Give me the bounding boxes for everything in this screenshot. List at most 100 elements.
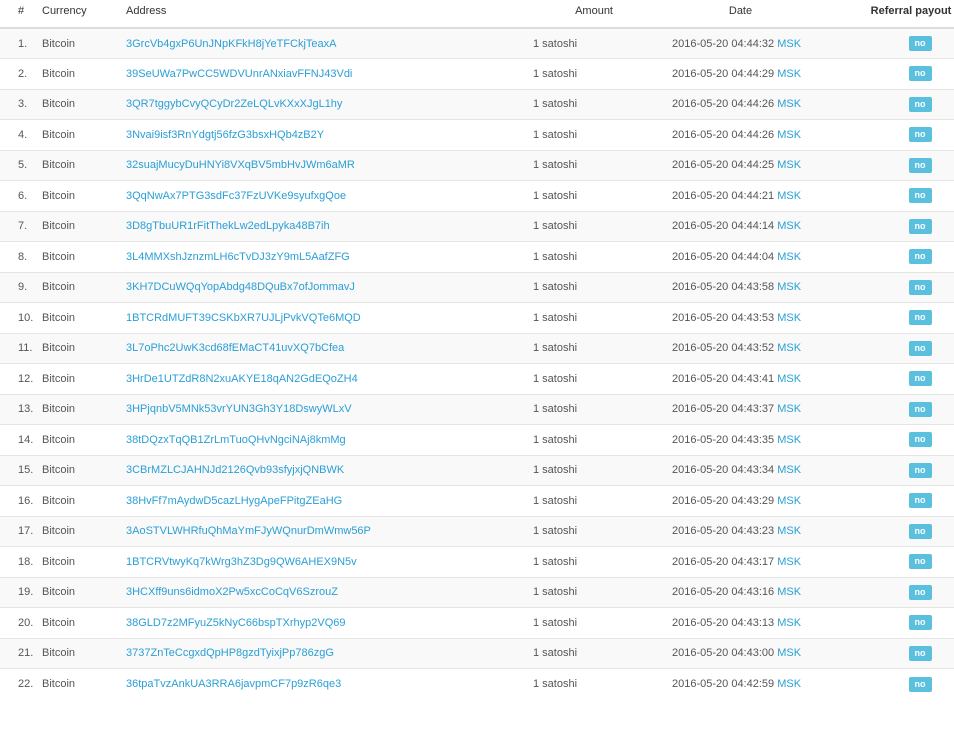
- row-date-cell: 2016-05-20 04:43:13 MSK: [635, 607, 846, 638]
- timezone-link[interactable]: MSK: [777, 495, 801, 507]
- timezone-link[interactable]: MSK: [777, 342, 801, 354]
- referral-status-badge: no: [908, 584, 932, 600]
- row-referral-cell: no: [846, 668, 954, 699]
- row-number: 11.: [0, 332, 42, 364]
- row-date-cell: 2016-05-20 04:43:34 MSK: [635, 454, 846, 486]
- row-address-cell: 1BTCRdMUFT39CSKbXR7UJLjPvkVQTe6MQD: [126, 302, 529, 333]
- timezone-link[interactable]: MSK: [777, 586, 801, 598]
- timezone-link[interactable]: MSK: [777, 281, 801, 293]
- timezone-link[interactable]: MSK: [777, 251, 801, 263]
- timezone-link[interactable]: MSK: [777, 525, 801, 537]
- address-link[interactable]: 39SeUWa7PwCC5WDVUnrANxiavFFNJ43Vdi: [126, 68, 352, 80]
- row-address-cell: 38GLD7z2MFyuZ5kNyC66bspTXrhyp2VQ69: [126, 607, 529, 638]
- row-number: 21.: [0, 637, 42, 669]
- row-address-cell: 3HPjqnbV5MNk53vrYUN3Gh3Y18DswyWLxV: [126, 393, 529, 425]
- referral-status-badge: no: [908, 218, 932, 234]
- row-number: 3.: [0, 88, 42, 120]
- row-address-cell: 3D8gTbuUR1rFitThekLw2edLpyka48B7ih: [126, 210, 529, 242]
- row-date-cell: 2016-05-20 04:43:00 MSK: [635, 637, 846, 669]
- header-referral-payout: Referral payout: [846, 0, 954, 29]
- referral-status-badge: no: [908, 615, 932, 631]
- table-row: 1. Bitcoin 3GrcVb4gxP6UnJNpKFkH8jYeTFCkjTe…: [0, 27, 954, 59]
- address-link[interactable]: 3KH7DCuWQqYopAbdg48DQuBx7ofJommavJ: [126, 281, 355, 293]
- row-referral-cell: no: [846, 27, 954, 59]
- row-referral-cell: no: [846, 332, 954, 364]
- address-link[interactable]: 3GrcVb4gxP6UnJNpKFkH8jYeTFCkjTeaxA: [126, 38, 337, 50]
- row-date: 2016-05-20 04:44:25: [672, 159, 775, 172]
- referral-status-badge: no: [908, 66, 932, 82]
- address-link[interactable]: 3HrDe1UTZdR8N2xuAKYE18qAN2GdEQoZH4: [126, 373, 358, 385]
- row-address-cell: 36tpaTvzAnkUA3RRA6javpmCF7p9zR6qe3: [126, 668, 529, 699]
- row-date: 2016-05-20 04:43:00: [672, 647, 775, 660]
- row-date: 2016-05-20 04:43:17: [672, 555, 775, 568]
- address-link[interactable]: 3HCXff9uns6idmoX2Pw5xcCoCqV6SzrouZ: [126, 586, 338, 598]
- address-link[interactable]: 3QqNwAx7PTG3sdFc37FzUVKe9syufxgQoe: [126, 190, 346, 202]
- row-date: 2016-05-20 04:43:52: [672, 342, 775, 355]
- timezone-link[interactable]: MSK: [777, 190, 801, 202]
- row-amount: 1 satoshi: [529, 58, 635, 89]
- address-link[interactable]: 3L4MMXshJznzmLH6cTvDJ3zY9mL5AafZFG: [126, 251, 350, 263]
- table-row: 21. Bitcoin 3737ZnTeCcgxdQpHP8gzdTyixjPp78…: [0, 637, 954, 669]
- timezone-link[interactable]: MSK: [777, 98, 801, 110]
- row-number: 22.: [0, 668, 42, 699]
- address-link[interactable]: 3CBrMZLCJAHNJd2126Qvb93sfyjxjQNBWK: [126, 464, 344, 476]
- address-link[interactable]: 38HvFf7mAydwD5cazLHygApeFPitgZEaHG: [126, 495, 342, 507]
- referral-status-badge: no: [908, 462, 932, 478]
- address-link[interactable]: 36tpaTvzAnkUA3RRA6javpmCF7p9zR6qe3: [126, 678, 341, 690]
- timezone-link[interactable]: MSK: [777, 403, 801, 415]
- address-link[interactable]: 3L7oPhc2UwK3cd68fEMaCT41uvXQ7bCfea: [126, 342, 344, 354]
- timezone-link[interactable]: MSK: [777, 434, 801, 446]
- row-date-cell: 2016-05-20 04:43:52 MSK: [635, 332, 846, 364]
- timezone-link[interactable]: MSK: [777, 617, 801, 629]
- address-link[interactable]: 3AoSTVLWHRfuQhMaYmFJyWQnurDmWmw56P: [126, 525, 371, 537]
- address-link[interactable]: 1BTCRdMUFT39CSKbXR7UJLjPvkVQTe6MQD: [126, 312, 361, 324]
- timezone-link[interactable]: MSK: [777, 38, 801, 50]
- address-link[interactable]: 1BTCRVtwyKq7kWrg3hZ3Dg9QW6AHEX9N5v: [126, 556, 357, 568]
- row-date: 2016-05-20 04:43:35: [672, 433, 775, 446]
- address-link[interactable]: 38tDQzxTqQB1ZrLmTuoQHvNgciNAj8kmMg: [126, 434, 346, 446]
- address-link[interactable]: 3Nvai9isf3RnYdgtj56fzG3bsxHQb4zB2Y: [126, 129, 324, 141]
- row-date-cell: 2016-05-20 04:43:58 MSK: [635, 271, 846, 303]
- table-body: 1. Bitcoin 3GrcVb4gxP6UnJNpKFkH8jYeTFCkjTe…: [0, 27, 954, 699]
- row-date: 2016-05-20 04:42:59: [672, 678, 775, 690]
- row-currency: Bitcoin: [42, 546, 126, 577]
- timezone-link[interactable]: MSK: [777, 464, 801, 476]
- header-number: #: [0, 0, 42, 29]
- timezone-link[interactable]: MSK: [777, 159, 801, 171]
- row-currency: Bitcoin: [42, 241, 126, 272]
- row-address-cell: 3KH7DCuWQqYopAbdg48DQuBx7ofJommavJ: [126, 271, 529, 303]
- row-number: 2.: [0, 58, 42, 89]
- referral-status-badge: no: [908, 310, 932, 326]
- address-link[interactable]: 32suajMucyDuHNYi8VXqBV5mbHvJWm6aMR: [126, 159, 355, 171]
- row-address-cell: 3L7oPhc2UwK3cd68fEMaCT41uvXQ7bCfea: [126, 332, 529, 364]
- row-referral-cell: no: [846, 637, 954, 669]
- address-link[interactable]: 3737ZnTeCcgxdQpHP8gzdTyixjPp786zgG: [126, 647, 334, 659]
- row-address-cell: 38HvFf7mAydwD5cazLHygApeFPitgZEaHG: [126, 485, 529, 516]
- row-date-cell: 2016-05-20 04:43:53 MSK: [635, 302, 846, 333]
- row-date-cell: 2016-05-20 04:43:29 MSK: [635, 485, 846, 516]
- table-header: # Currency Address Amount Date Referral …: [0, 0, 954, 29]
- row-date-cell: 2016-05-20 04:43:23 MSK: [635, 515, 846, 547]
- address-link[interactable]: 3QR7tggybCvyQCyDr2ZeLQLvKXxXJgL1hy: [126, 98, 342, 110]
- timezone-link[interactable]: MSK: [777, 556, 801, 568]
- header-currency: Currency: [42, 0, 126, 29]
- address-link[interactable]: 38GLD7z2MFyuZ5kNyC66bspTXrhyp2VQ69: [126, 617, 345, 629]
- timezone-link[interactable]: MSK: [777, 647, 801, 659]
- timezone-link[interactable]: MSK: [777, 678, 801, 690]
- address-link[interactable]: 3D8gTbuUR1rFitThekLw2edLpyka48B7ih: [126, 220, 330, 232]
- timezone-link[interactable]: MSK: [777, 220, 801, 232]
- address-link[interactable]: 3HPjqnbV5MNk53vrYUN3Gh3Y18DswyWLxV: [126, 403, 352, 415]
- row-address-cell: 1BTCRVtwyKq7kWrg3hZ3Dg9QW6AHEX9N5v: [126, 546, 529, 577]
- row-currency: Bitcoin: [42, 302, 126, 333]
- table-row: 3. Bitcoin 3QR7tggybCvyQCyDr2ZeLQLvKXxXJgL…: [0, 88, 954, 120]
- row-referral-cell: no: [846, 119, 954, 150]
- referral-status-badge: no: [908, 96, 932, 112]
- timezone-link[interactable]: MSK: [777, 312, 801, 324]
- timezone-link[interactable]: MSK: [777, 373, 801, 385]
- timezone-link[interactable]: MSK: [777, 68, 801, 80]
- row-date: 2016-05-20 04:43:34: [672, 464, 775, 477]
- timezone-link[interactable]: MSK: [777, 129, 801, 141]
- row-amount: 1 satoshi: [529, 454, 635, 486]
- row-address-cell: 3HrDe1UTZdR8N2xuAKYE18qAN2GdEQoZH4: [126, 363, 529, 394]
- row-amount: 1 satoshi: [529, 637, 635, 669]
